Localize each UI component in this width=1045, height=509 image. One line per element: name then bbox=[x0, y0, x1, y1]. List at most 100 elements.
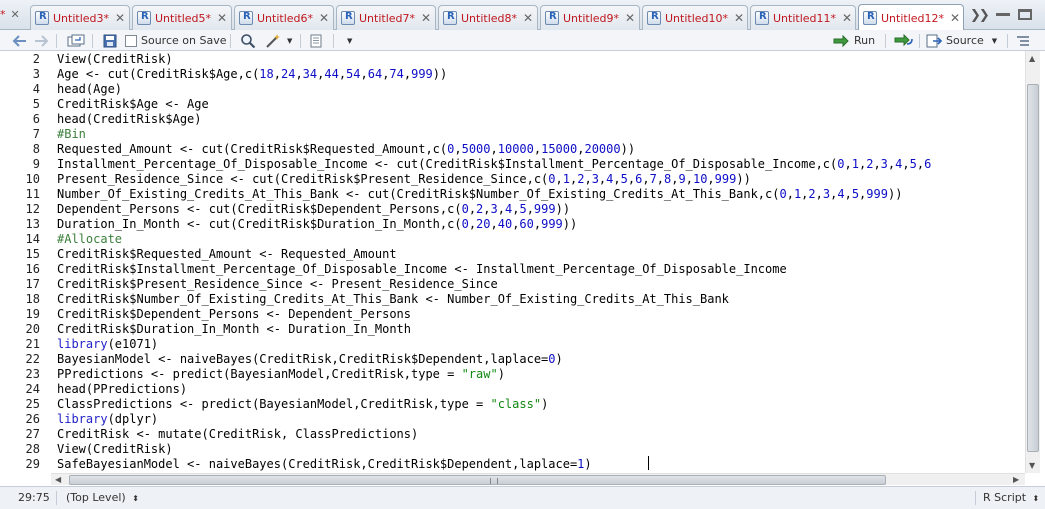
code-line[interactable]: #Bin bbox=[57, 127, 86, 142]
code-line[interactable]: library(e1071) bbox=[57, 337, 158, 352]
line-number: 16 bbox=[25, 262, 40, 276]
vertical-scrollbar[interactable]: ▲ ▼ bbox=[1025, 51, 1040, 473]
close-icon[interactable]: ✕ bbox=[734, 11, 744, 25]
tab-label: Untitled8* bbox=[461, 11, 518, 25]
tab-untitled10[interactable]: Untitled10* ✕ bbox=[642, 5, 748, 30]
code-line[interactable]: head(Age) bbox=[57, 82, 122, 97]
line-number: 12 bbox=[25, 202, 40, 216]
scroll-right-icon[interactable]: ▶ bbox=[1013, 475, 1019, 484]
search-icon[interactable] bbox=[240, 30, 256, 51]
close-icon[interactable]: ✕ bbox=[842, 11, 852, 25]
line-number: 20 bbox=[25, 322, 40, 336]
tab-untitled12[interactable]: Untitled12* ✕ bbox=[858, 4, 964, 31]
scope-selector[interactable]: (Top Level) ⬍ bbox=[66, 491, 139, 504]
toolbar-separator bbox=[92, 34, 93, 48]
save-icon[interactable] bbox=[103, 30, 117, 51]
tab-label: Untitled9* bbox=[563, 11, 620, 25]
code-line[interactable]: View(CreditRisk) bbox=[57, 442, 173, 457]
code-line[interactable]: ClassPredictions <- predict(BayesianMode… bbox=[57, 397, 548, 412]
scope-dropdown-icon: ⬍ bbox=[132, 494, 139, 503]
tab-untitled7[interactable]: Untitled7* ✕ bbox=[336, 5, 436, 30]
tab-untitled9[interactable]: Untitled9* ✕ bbox=[540, 5, 640, 30]
forward-icon[interactable] bbox=[33, 30, 49, 51]
close-icon[interactable]: ✕ bbox=[115, 11, 125, 25]
code-line[interactable]: BayesianModel <- naiveBayes(CreditRisk,C… bbox=[57, 352, 563, 367]
scroll-down-icon[interactable]: ▼ bbox=[1029, 461, 1035, 470]
code-line[interactable]: Requested_Amount <- cut(CreditRisk$Reque… bbox=[57, 142, 635, 157]
toolbar-separator bbox=[885, 34, 886, 48]
chevron-down-icon[interactable]: ▼ bbox=[347, 30, 352, 51]
scroll-left-icon[interactable]: ◀ bbox=[55, 475, 61, 484]
r-file-icon bbox=[137, 11, 151, 25]
source-on-save-checkbox[interactable]: Source on Save bbox=[125, 30, 226, 51]
code-line[interactable]: CreditRisk$Age <- Age bbox=[57, 97, 209, 112]
toolbar-separator bbox=[56, 34, 57, 48]
close-icon[interactable]: ✕ bbox=[950, 11, 960, 25]
show-in-window-icon[interactable] bbox=[67, 30, 85, 51]
code-line[interactable]: CreditRisk$Dependent_Persons <- Dependen… bbox=[57, 307, 411, 322]
run-button[interactable]: Run bbox=[832, 30, 875, 51]
code-tools-wand-icon[interactable] bbox=[265, 30, 283, 51]
code-line[interactable]: CreditRisk$Installment_Percentage_Of_Dis… bbox=[57, 262, 787, 277]
code-line[interactable]: PPredictions <- predict(BayesianModel,Cr… bbox=[57, 367, 505, 382]
chevron-down-icon[interactable]: ▼ bbox=[287, 30, 292, 51]
tab-untitled11[interactable]: Untitled11* ✕ bbox=[750, 5, 856, 30]
scroll-up-icon[interactable]: ▲ bbox=[1029, 54, 1035, 63]
tab-untitled8[interactable]: Untitled8* ✕ bbox=[438, 5, 538, 30]
r-file-icon bbox=[755, 11, 769, 25]
scroll-grip bbox=[490, 478, 498, 484]
code-line[interactable]: Installment_Percentage_Of_Disposable_Inc… bbox=[57, 157, 931, 172]
close-icon[interactable]: ✕ bbox=[625, 11, 635, 25]
document-outline-icon[interactable] bbox=[1016, 30, 1030, 51]
code-line[interactable]: Dependent_Persons <- cut(CreditRisk$Depe… bbox=[57, 202, 570, 217]
code-line[interactable]: CreditRisk <- mutate(CreditRisk, ClassPr… bbox=[57, 427, 418, 442]
vertical-scroll-thumb[interactable] bbox=[1027, 84, 1039, 452]
code-line[interactable]: CreditRisk$Duration_In_Month <- Duration… bbox=[57, 322, 411, 337]
code-line[interactable]: SafeBayesianModel <- naiveBayes(CreditRi… bbox=[57, 457, 592, 472]
filetype-selector[interactable]: R Script ⬍ bbox=[983, 491, 1039, 504]
line-number: 23 bbox=[25, 367, 40, 381]
code-line[interactable]: CreditRisk$Present_Residence_Since <- Pr… bbox=[57, 277, 498, 292]
line-number: 4 bbox=[32, 82, 40, 96]
code-line[interactable]: View(CreditRisk) bbox=[57, 52, 173, 67]
code-editor[interactable]: 2 3 4 5 6 7 8 9 10 11 12 13 14 15 16 17 18 19 20 21 22 23 24 25… bbox=[0, 51, 1025, 473]
run-label: Run bbox=[854, 34, 876, 47]
close-icon[interactable]: ✕ bbox=[217, 11, 227, 25]
tab-untitled3[interactable]: Untitled3* ✕ bbox=[30, 5, 130, 30]
minimize-pane-icon[interactable] bbox=[996, 13, 1010, 16]
horizontal-scroll-thumb[interactable] bbox=[69, 475, 886, 485]
chevron-down-icon[interactable]: ▼ bbox=[992, 37, 997, 45]
rerun-icon[interactable] bbox=[894, 30, 914, 51]
close-icon[interactable]: ✕ bbox=[523, 11, 533, 25]
compile-report-icon[interactable] bbox=[309, 30, 323, 51]
source-button[interactable]: Source ▼ bbox=[926, 30, 997, 51]
line-number: 26 bbox=[25, 412, 40, 426]
code-line[interactable]: library(dplyr) bbox=[57, 412, 158, 427]
line-number: 24 bbox=[25, 382, 40, 396]
code-line[interactable]: Duration_In_Month <- cut(CreditRisk$Dura… bbox=[57, 217, 577, 232]
close-icon[interactable]: ✕ bbox=[421, 11, 431, 25]
code-line[interactable]: CreditRisk$Number_Of_Existing_Credits_At… bbox=[57, 292, 729, 307]
line-number: 7 bbox=[32, 127, 40, 141]
code-line[interactable]: head(PPredictions) bbox=[57, 382, 187, 397]
checkbox-box[interactable] bbox=[125, 34, 137, 47]
cursor-position: 29:75 bbox=[18, 491, 50, 504]
tab-partial[interactable]: * ✕ bbox=[0, 8, 20, 21]
code-line[interactable]: head(CreditRisk$Age) bbox=[57, 112, 202, 127]
text-cursor bbox=[648, 456, 649, 470]
code-line[interactable]: Number_Of_Existing_Credits_At_This_Bank … bbox=[57, 187, 902, 202]
line-number-gutter: 2 3 4 5 6 7 8 9 10 11 12 13 14 15 16 17 18 19 20 21 22 23 24 25… bbox=[0, 51, 50, 473]
code-line[interactable]: #Allocate bbox=[57, 232, 122, 247]
tab-untitled6[interactable]: Untitled6* ✕ bbox=[234, 5, 334, 30]
tabs-overflow-icon[interactable]: ❯❯ bbox=[970, 8, 990, 23]
back-icon[interactable] bbox=[12, 30, 28, 51]
code-line[interactable]: Present_Residence_Since <- cut(CreditRis… bbox=[57, 172, 751, 187]
close-icon[interactable]: ✕ bbox=[319, 11, 329, 25]
code-line[interactable]: CreditRisk$Requested_Amount <- Requested… bbox=[57, 247, 397, 262]
tab-untitled5[interactable]: Untitled5* ✕ bbox=[132, 5, 232, 30]
close-icon[interactable]: ✕ bbox=[11, 8, 20, 21]
maximize-pane-icon[interactable] bbox=[1018, 9, 1032, 20]
code-line[interactable]: Age <- cut(CreditRisk$Age,c(18,24,34,44,… bbox=[57, 67, 447, 82]
horizontal-scrollbar[interactable]: ◀ ▶ bbox=[51, 473, 1025, 485]
r-file-icon bbox=[863, 11, 877, 25]
